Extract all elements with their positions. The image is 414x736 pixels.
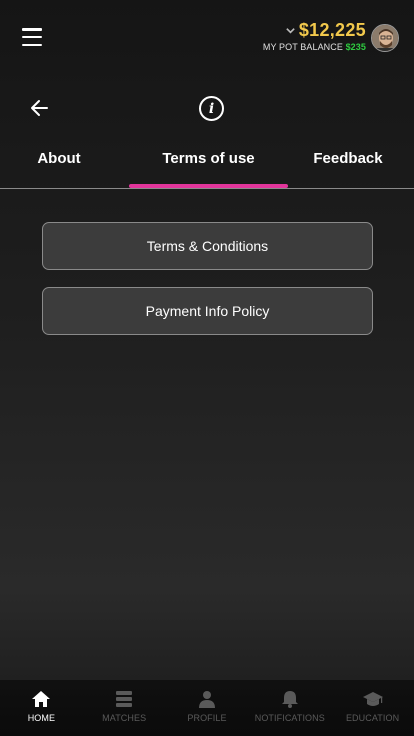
pot-balance-value: $235 (345, 42, 366, 52)
terms-and-conditions-button[interactable]: Terms & Conditions (42, 222, 373, 270)
nav-home[interactable]: HOME (0, 680, 83, 736)
balance-widget[interactable]: $12,225 MY POT BALANCE $235 (263, 20, 366, 52)
nav-education[interactable]: EDUCATION (331, 680, 414, 736)
back-arrow-icon[interactable] (30, 98, 50, 118)
info-icon: i (199, 96, 224, 121)
home-icon (32, 691, 51, 707)
pot-balance-label: MY POT BALANCE (262, 42, 343, 52)
balance-amount: $12,225 (298, 20, 366, 40)
profile-icon (198, 691, 215, 708)
nav-matches-label: MATCHES (102, 713, 147, 723)
top-bar: $12,225 MY POT BALANCE $235 (0, 0, 414, 76)
bottom-navigation: HOME MATCHES PROFILE NOTIFICATIONS EDUCA… (0, 680, 414, 736)
nav-education-label: EDUCATION (345, 713, 400, 723)
tab-terms-of-use[interactable]: Terms of use (129, 140, 288, 177)
nav-profile-label: PROFILE (187, 713, 227, 723)
tab-about[interactable]: About (0, 140, 118, 177)
tab-feedback[interactable]: Feedback (288, 140, 408, 177)
bell-icon (281, 691, 298, 708)
nav-notifications[interactable]: NOTIFICATIONS (248, 680, 331, 736)
nav-notifications-label: NOTIFICATIONS (254, 713, 325, 723)
pot-balance: MY POT BALANCE $235 (263, 42, 366, 52)
avatar[interactable] (371, 24, 399, 52)
tab-bar: About Terms of use Feedback (0, 140, 414, 189)
hamburger-menu-icon[interactable] (22, 28, 42, 46)
user-photo-icon (372, 25, 398, 51)
nav-home-label: HOME (27, 713, 56, 723)
matches-icon (116, 691, 133, 707)
nav-profile[interactable]: PROFILE (166, 680, 249, 736)
payment-info-policy-button[interactable]: Payment Info Policy (42, 287, 373, 335)
active-tab-indicator (129, 184, 288, 188)
nav-matches[interactable]: MATCHES (83, 680, 166, 736)
chevron-down-icon (286, 28, 295, 34)
graduation-cap-icon (362, 692, 383, 706)
